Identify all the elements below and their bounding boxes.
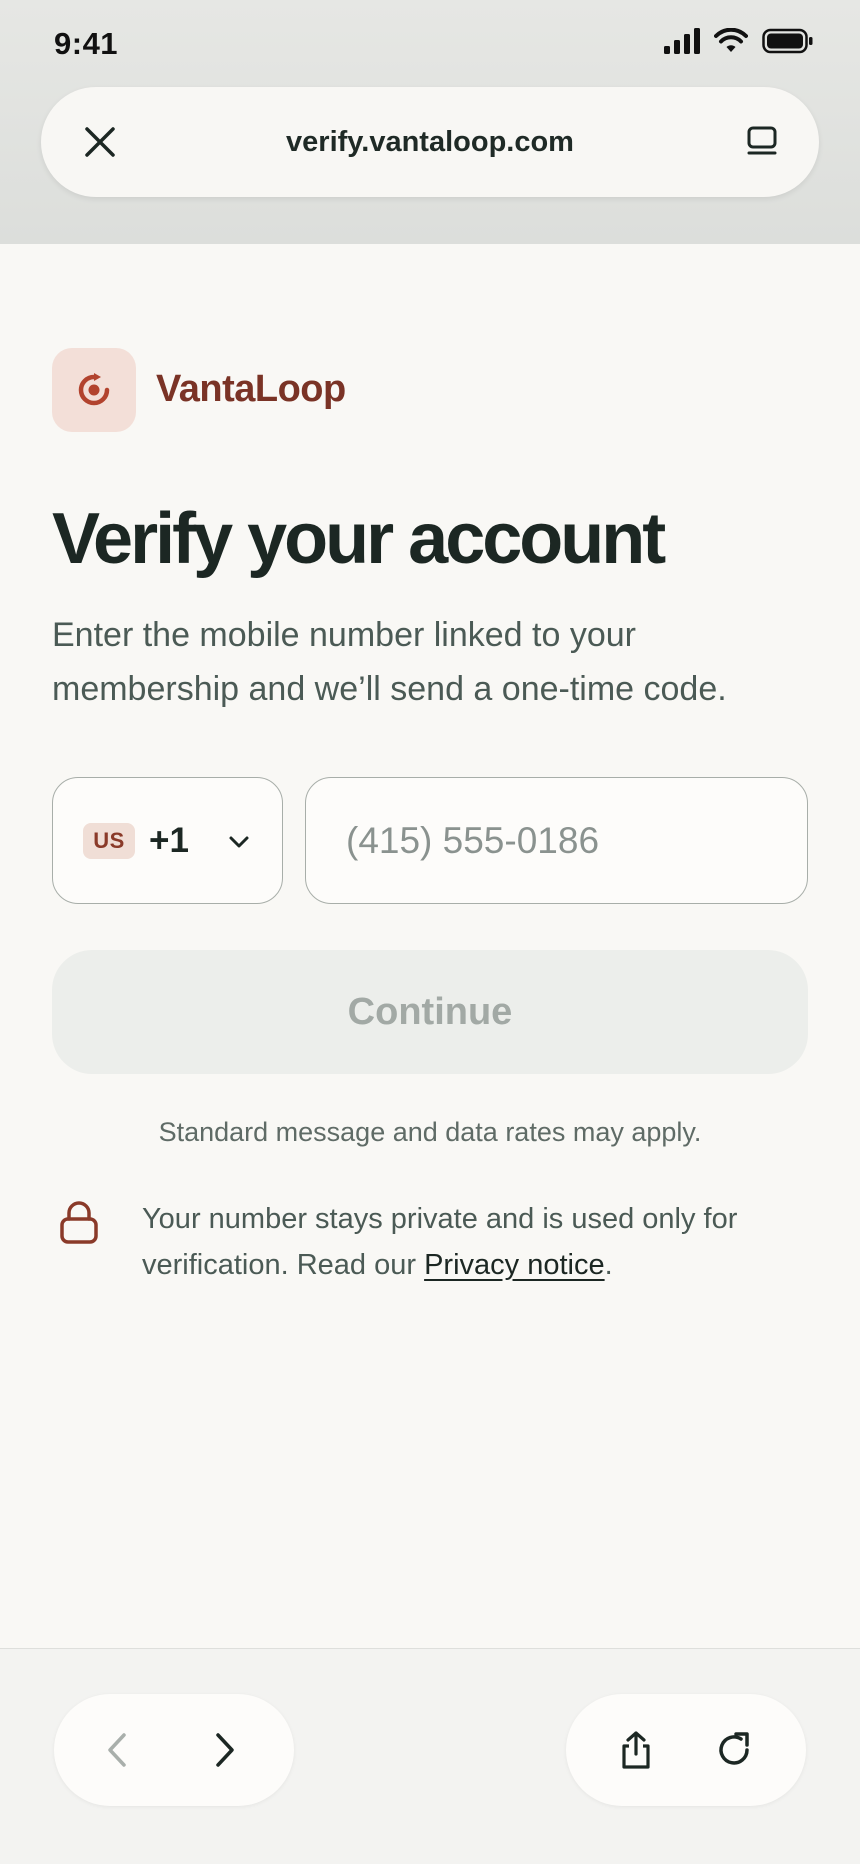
status-icons [664, 26, 814, 56]
wifi-icon [714, 28, 748, 52]
page-actions [566, 1694, 806, 1806]
navigation-controls [54, 1694, 294, 1806]
lock-icon [60, 1201, 98, 1244]
back-icon[interactable] [98, 1730, 138, 1770]
brand-logo [52, 348, 136, 432]
brand-name: VantaLoop [156, 368, 346, 410]
url-text[interactable]: verify.vantaloop.com [286, 126, 574, 159]
country-badge: US [83, 823, 135, 859]
tabs-icon[interactable] [743, 123, 781, 161]
privacy-notice-link[interactable]: Privacy notice [424, 1249, 605, 1281]
cellular-signal-icon [664, 28, 700, 54]
page-subtitle: Enter the mobile number linked to your m… [52, 616, 727, 708]
forward-icon[interactable] [204, 1730, 244, 1770]
page-title: Verify your account [52, 499, 666, 579]
rates-note: Standard message and data rates may appl… [158, 1117, 702, 1147]
battery-icon [762, 28, 813, 54]
url-bar[interactable]: verify.vantaloop.com [41, 87, 819, 197]
continue-button[interactable]: Continue [52, 950, 808, 1074]
status-bar: 9:41 [0, 0, 860, 86]
loop-logo-icon [78, 373, 110, 406]
privacy-note: Your number stays private and is used on… [142, 1196, 802, 1288]
status-time: 9:41 [54, 26, 119, 61]
country-code-select[interactable]: US +1 [52, 777, 283, 904]
chevron-down-icon [229, 836, 249, 848]
reload-icon[interactable] [714, 1730, 754, 1770]
privacy-suffix: . [604, 1249, 613, 1281]
phone-number-input[interactable] [305, 777, 808, 904]
close-icon[interactable] [81, 123, 119, 161]
browser-top-chrome: 9:41 verify.vantaloop.com [0, 0, 860, 244]
country-dial-code: +1 [149, 821, 189, 860]
share-icon[interactable] [616, 1730, 656, 1770]
